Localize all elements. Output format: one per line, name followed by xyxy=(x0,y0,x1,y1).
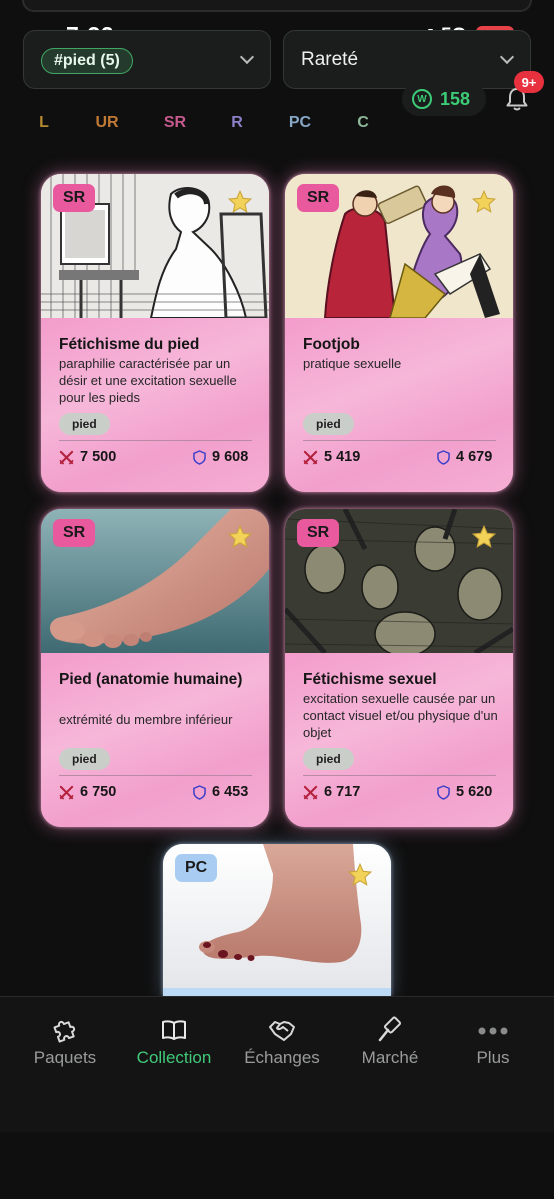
card-body: Fétichisme du pied paraphilie caractéris… xyxy=(41,318,269,492)
card-title: Fétichisme du pied xyxy=(59,336,200,353)
defense-stat: 4 679 xyxy=(437,449,492,465)
nav-plus[interactable]: Plus xyxy=(439,1015,547,1068)
star-icon[interactable] xyxy=(227,524,253,550)
shield-icon xyxy=(193,449,206,465)
rarity-badge: PC xyxy=(175,854,218,882)
chevron-down-icon xyxy=(239,49,255,65)
card-description: paraphilie caractérisée par un désir et … xyxy=(59,356,237,405)
card-body: Fétichisme sexuel excitation sexuelle ca… xyxy=(285,653,513,827)
book-icon xyxy=(162,1020,186,1040)
card-title: Pied (anatomie humaine) xyxy=(59,671,243,688)
sort-label: Rareté xyxy=(301,49,359,70)
rarity-tabs: L UR SR R PC C xyxy=(0,114,554,136)
crossed-swords-icon xyxy=(303,450,318,465)
top-panel-edge xyxy=(22,0,532,12)
coin-icon: W xyxy=(412,89,432,109)
attack-value: 7 500 xyxy=(80,449,117,465)
nav-paquets[interactable]: Paquets xyxy=(11,1015,119,1068)
gavel-icon xyxy=(378,1016,402,1042)
card-divider xyxy=(59,440,252,441)
crossed-swords-icon xyxy=(303,785,318,800)
card-body xyxy=(163,988,391,996)
card-divider xyxy=(303,440,496,441)
rarity-tab-c[interactable]: C xyxy=(357,114,369,132)
defense-value: 6 453 xyxy=(212,784,249,800)
sort-select[interactable]: Rareté xyxy=(283,30,531,89)
card-title: Footjob xyxy=(303,336,360,353)
card-description: excitation sexuelle causée par un contac… xyxy=(303,691,498,740)
puzzle-icon xyxy=(53,1020,76,1043)
shield-icon xyxy=(193,784,206,800)
card-divider xyxy=(59,775,252,776)
card-description: extrémité du membre inférieur xyxy=(59,712,233,727)
coin-balance[interactable]: W 158 xyxy=(402,82,486,116)
star-icon[interactable] xyxy=(471,524,497,550)
defense-stat: 6 453 xyxy=(193,784,248,800)
card-tag[interactable]: pied xyxy=(59,748,110,770)
rarity-tab-r[interactable]: R xyxy=(231,114,243,132)
card-body: Footjob pratique sexuelle pied 5 419 4 6… xyxy=(285,318,513,492)
star-icon[interactable] xyxy=(227,189,253,215)
more-icon xyxy=(478,1027,508,1035)
attack-stat: 7 500 xyxy=(59,449,116,465)
attack-stat: 6 750 xyxy=(59,784,116,800)
notification-badge: 9+ xyxy=(514,71,544,93)
tag-filter-select[interactable]: #pied (5) xyxy=(23,30,271,89)
nav-label: Paquets xyxy=(33,1048,97,1067)
card-pied-anatomie[interactable]: SR Pied (anatomie humaine) extrémité du … xyxy=(41,509,269,827)
nav-label: Marché xyxy=(361,1048,419,1067)
card-body: Pied (anatomie humaine) extrémité du mem… xyxy=(41,653,269,827)
card-fetichisme-du-pied[interactable]: SR Fétichisme du pied paraphilie caracté… xyxy=(41,174,269,492)
attack-value: 6 750 xyxy=(80,784,117,800)
rarity-badge: SR xyxy=(297,519,340,547)
rarity-tab-ur[interactable]: UR xyxy=(95,114,118,132)
crossed-swords-icon xyxy=(59,450,74,465)
defense-value: 5 620 xyxy=(456,784,493,800)
shield-icon xyxy=(437,784,450,800)
attack-value: 6 717 xyxy=(324,784,361,800)
rarity-tab-sr[interactable]: SR xyxy=(164,114,186,132)
card-title: Fétichisme sexuel xyxy=(303,671,437,688)
card-description: pratique sexuelle xyxy=(303,356,402,371)
defense-stat: 9 608 xyxy=(193,449,248,465)
rarity-badge: SR xyxy=(53,184,96,212)
crossed-swords-icon xyxy=(59,785,74,800)
star-icon[interactable] xyxy=(471,189,497,215)
defense-value: 4 679 xyxy=(456,449,493,465)
star-icon[interactable] xyxy=(347,862,373,888)
shield-icon xyxy=(437,449,450,465)
attack-stat: 5 419 xyxy=(303,449,360,465)
card-tag[interactable]: pied xyxy=(303,413,354,435)
card-tag[interactable]: pied xyxy=(59,413,110,435)
card-fetichisme-sexuel[interactable]: SR Fétichisme sexuel excitation sexuelle… xyxy=(285,509,513,827)
bottom-nav: Paquets Collection Échanges Marché Plus xyxy=(0,996,554,1132)
rarity-badge: SR xyxy=(53,519,96,547)
filter-chip[interactable]: #pied (5) xyxy=(41,48,133,74)
coin-count: 158 xyxy=(440,88,471,109)
defense-value: 9 608 xyxy=(212,449,249,465)
card-divider xyxy=(303,775,496,776)
nav-label: Plus xyxy=(476,1048,510,1067)
nav-collection[interactable]: Collection xyxy=(120,1015,228,1068)
rarity-badge: SR xyxy=(297,184,340,212)
card-footjob[interactable]: SR Footjob pratique sexuelle pied 5 419 … xyxy=(285,174,513,492)
nav-label: Échanges xyxy=(244,1048,320,1067)
card-pc[interactable]: PC xyxy=(163,844,391,996)
defense-stat: 5 620 xyxy=(437,784,492,800)
attack-value: 5 419 xyxy=(324,449,361,465)
nav-marche[interactable]: Marché xyxy=(336,1015,444,1068)
attack-stat: 6 717 xyxy=(303,784,360,800)
nav-echanges[interactable]: Échanges xyxy=(228,1015,336,1068)
chevron-down-icon xyxy=(499,49,515,65)
handshake-icon xyxy=(269,1021,295,1041)
card-tag[interactable]: pied xyxy=(303,748,354,770)
rarity-tab-l[interactable]: L xyxy=(39,114,49,132)
rarity-tab-pc[interactable]: PC xyxy=(289,114,311,132)
nav-label: Collection xyxy=(136,1048,212,1067)
